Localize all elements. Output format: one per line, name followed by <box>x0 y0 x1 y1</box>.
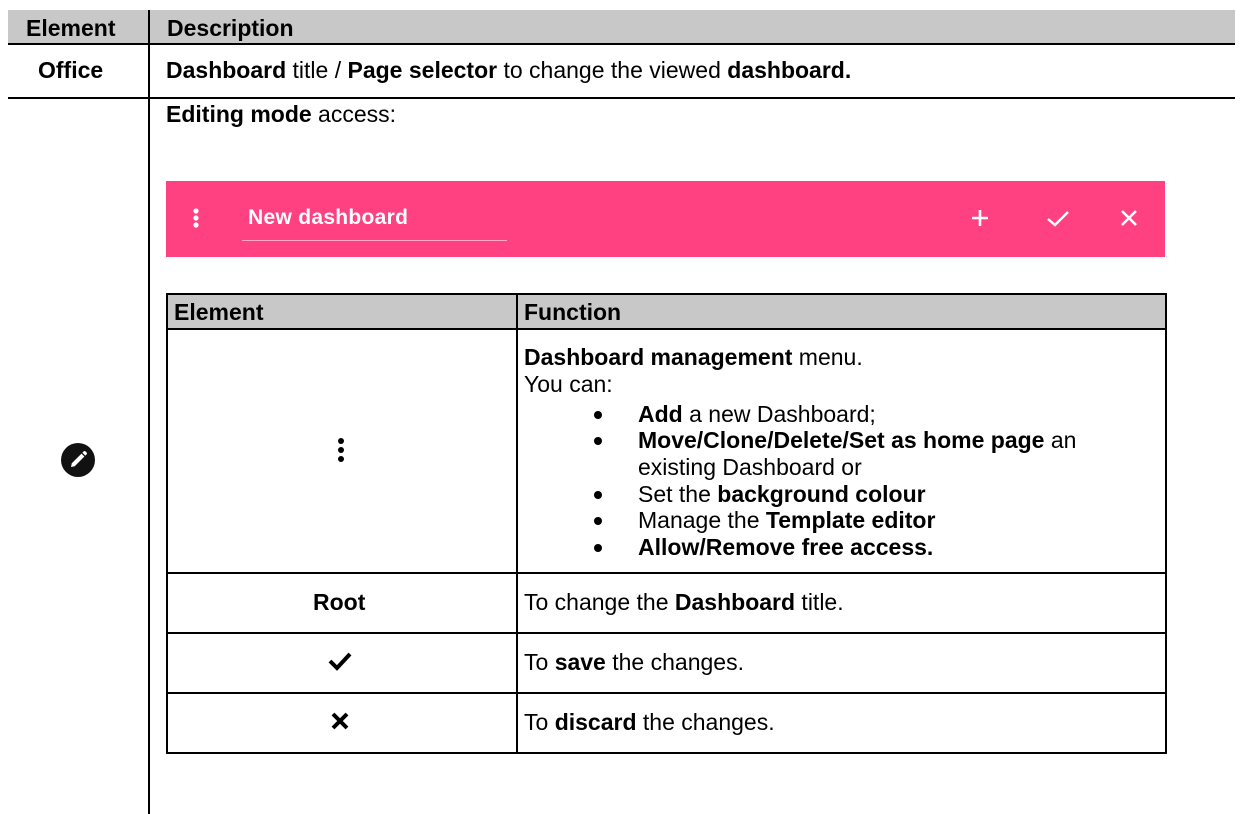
pencil-edit-icon <box>61 443 95 477</box>
inner-border-right <box>1165 293 1167 754</box>
bullet-dot <box>594 517 602 525</box>
management-menu-title: Dashboard management menu. <box>524 344 863 370</box>
plus-icon[interactable] <box>969 207 991 229</box>
management-menu-lead: You can: <box>524 371 613 397</box>
bullet-dot <box>594 411 602 419</box>
root-function: To change the Dashboard title. <box>524 589 844 615</box>
editing-mode-intro: Editing mode access: <box>166 101 397 127</box>
bullet-dot <box>594 544 602 552</box>
inner-border-row3 <box>166 692 1166 694</box>
outer-row1-element: Office <box>38 57 104 83</box>
inner-border-row1 <box>166 572 1166 574</box>
close-icon <box>331 712 349 730</box>
bullet-add: Add a new Dashboard; <box>638 401 876 427</box>
outer-header-element: Element <box>26 15 116 41</box>
bullet-background: Set the background colour <box>638 481 926 507</box>
bullet-dot <box>594 437 602 445</box>
inner-border-row2 <box>166 632 1166 634</box>
bullet-move-clone-cont: existing Dashboard or <box>638 454 862 480</box>
dashboard-title-value: New dashboard <box>248 206 409 229</box>
outer-header-description: Description <box>167 15 294 41</box>
inner-border-top <box>166 293 1166 295</box>
more-vertical-icon <box>337 437 345 463</box>
bullet-move-clone: Move/Clone/Delete/Set as home page an <box>638 427 1077 453</box>
check-icon[interactable] <box>1045 209 1071 229</box>
inner-header-element: Element <box>174 299 264 325</box>
discard-function: To discard the changes. <box>524 709 775 735</box>
bullet-dot <box>594 491 602 499</box>
inner-border-left <box>166 293 168 754</box>
dashboard-title-input[interactable]: New dashboard <box>242 203 507 241</box>
inner-table-header <box>166 294 1166 328</box>
save-function: To save the changes. <box>524 649 744 675</box>
inner-border-row4 <box>166 752 1166 754</box>
outer-row1-divider <box>8 97 1235 99</box>
inner-border-middle <box>516 293 518 754</box>
more-vertical-icon[interactable] <box>192 207 200 229</box>
root-element: Root <box>313 589 366 615</box>
check-icon <box>328 651 352 671</box>
outer-column-divider <box>148 10 150 814</box>
bullet-free-access: Allow/Remove free access. <box>638 534 934 560</box>
outer-row1-description: Dashboard title / Page selector to chang… <box>166 57 852 83</box>
outer-header-divider <box>8 43 1235 45</box>
inner-border-header <box>166 328 1166 330</box>
bullet-template: Manage the Template editor <box>638 507 936 533</box>
close-icon[interactable] <box>1119 208 1139 228</box>
inner-header-function: Function <box>524 299 622 325</box>
